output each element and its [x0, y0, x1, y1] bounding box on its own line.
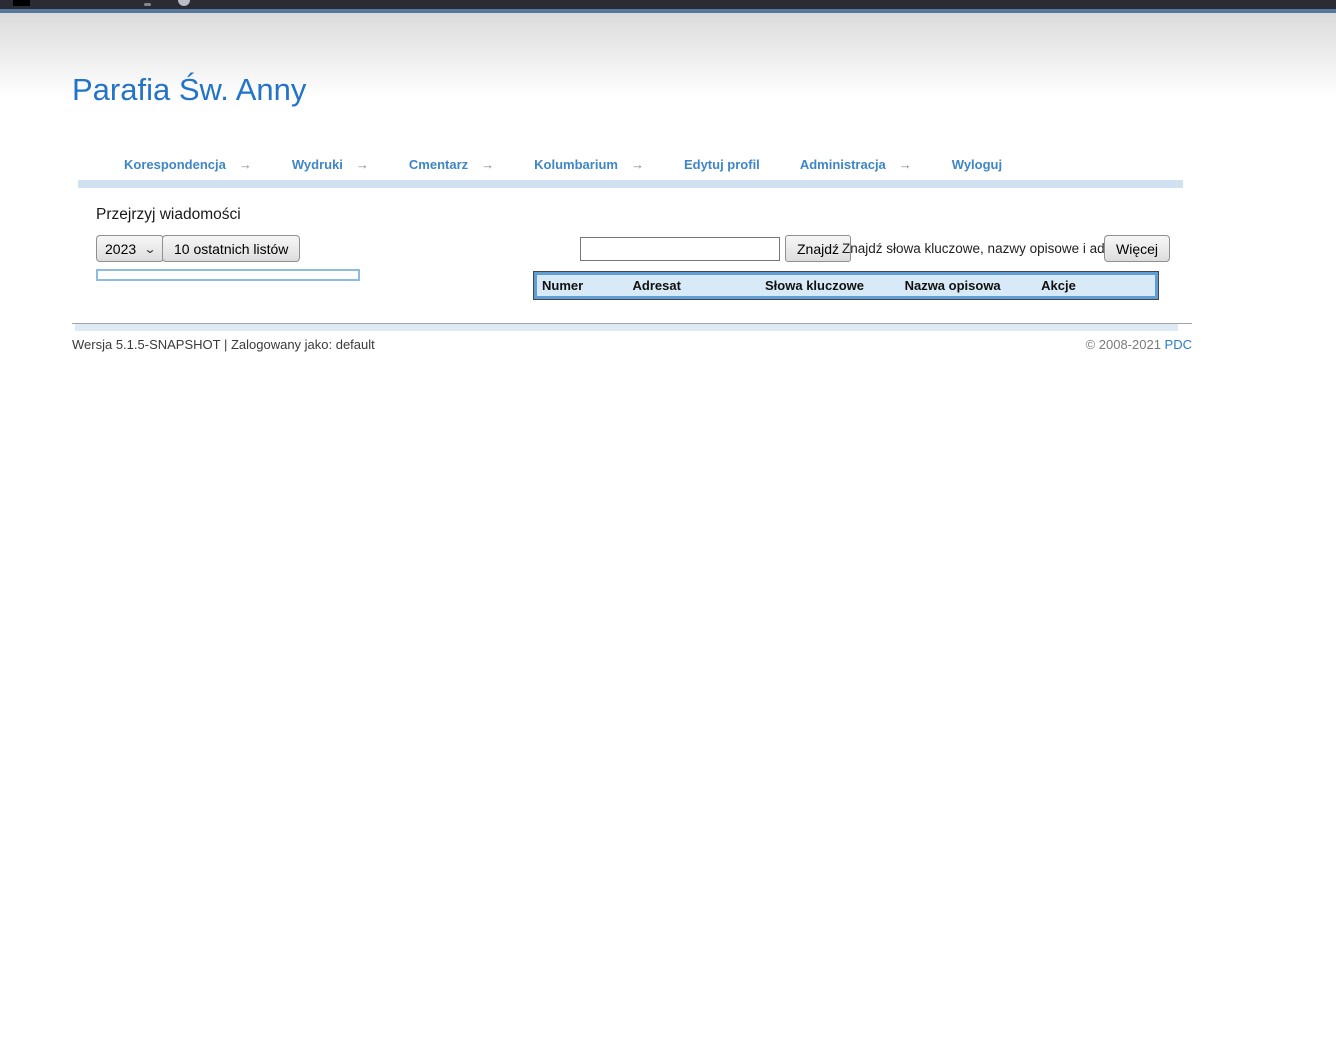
column-header-slowa-kluczowe: Słowa kluczowe [760, 274, 900, 298]
nav-item-wyloguj[interactable]: Wyloguj [952, 157, 1002, 172]
browser-icon-fragment [178, 0, 190, 6]
pdc-link[interactable]: PDC [1165, 337, 1192, 352]
version-and-user-text: Wersja 5.1.5-SNAPSHOT | Zalogowany jako:… [72, 337, 375, 352]
column-header-adresat: Adresat [628, 274, 760, 298]
page-title: Parafia Św. Anny [72, 72, 1192, 108]
footer: Wersja 5.1.5-SNAPSHOT | Zalogowany jako:… [72, 323, 1192, 352]
browser-chrome-strip [0, 0, 1336, 9]
page: Parafia Św. Anny Korespondencja → Wydruk… [0, 0, 1336, 1061]
table-header-row: Numer Adresat Słowa kluczowe Nazwa opiso… [536, 274, 1157, 298]
nav-item-kolumbarium[interactable]: Kolumbarium → [534, 157, 644, 172]
column-header-nazwa-opisowa: Nazwa opisowa [900, 274, 1037, 298]
search-hint-text: Znajdź słowa kluczowe, nazwy opisowe i a… [842, 241, 1130, 256]
nav-item-cmentarz[interactable]: Cmentarz → [409, 157, 494, 172]
chevron-down-icon: ⌄ [144, 242, 157, 256]
messages-table: Numer Adresat Słowa kluczowe Nazwa opiso… [534, 272, 1158, 299]
page-background: Parafia Św. Anny Korespondencja → Wydruk… [0, 13, 1336, 1061]
arrow-right-icon: → [631, 157, 644, 172]
arrow-right-icon: → [239, 157, 252, 172]
nav-item-administracja[interactable]: Administracja → [800, 157, 912, 172]
nav-item-korespondencja[interactable]: Korespondencja → [124, 157, 252, 172]
footer-strip [75, 324, 1178, 331]
arrow-right-icon: → [899, 157, 912, 172]
nav-item-wydruki[interactable]: Wydruki → [292, 157, 369, 172]
more-button[interactable]: Więcej [1104, 235, 1170, 262]
column-header-numer: Numer [536, 274, 628, 298]
recent-letters-button[interactable]: 10 ostatnich listów [162, 235, 300, 262]
year-select[interactable]: 2023 ⌄ [96, 235, 164, 262]
search-input[interactable] [580, 237, 780, 261]
browser-chrome-fragment [13, 0, 30, 6]
browser-icon-fragment [144, 3, 151, 6]
nav-item-edytuj-profil[interactable]: Edytuj profil [684, 157, 760, 172]
main-content: Przejrzyj wiadomości 2023 ⌄ 10 ostatnich… [72, 188, 1192, 323]
section-heading: Przejrzyj wiadomości [96, 206, 241, 224]
progress-bar [96, 269, 360, 281]
column-header-akcje: Akcje [1036, 274, 1156, 298]
nav-underline-strip [78, 180, 1183, 188]
main-navigation: Korespondencja → Wydruki → Cmentarz → Ko… [72, 155, 1192, 188]
year-select-value: 2023 [105, 241, 136, 257]
arrow-right-icon: → [481, 157, 494, 172]
arrow-right-icon: → [356, 157, 369, 172]
copyright-text: © 2008-2021 PDC [1086, 337, 1192, 352]
